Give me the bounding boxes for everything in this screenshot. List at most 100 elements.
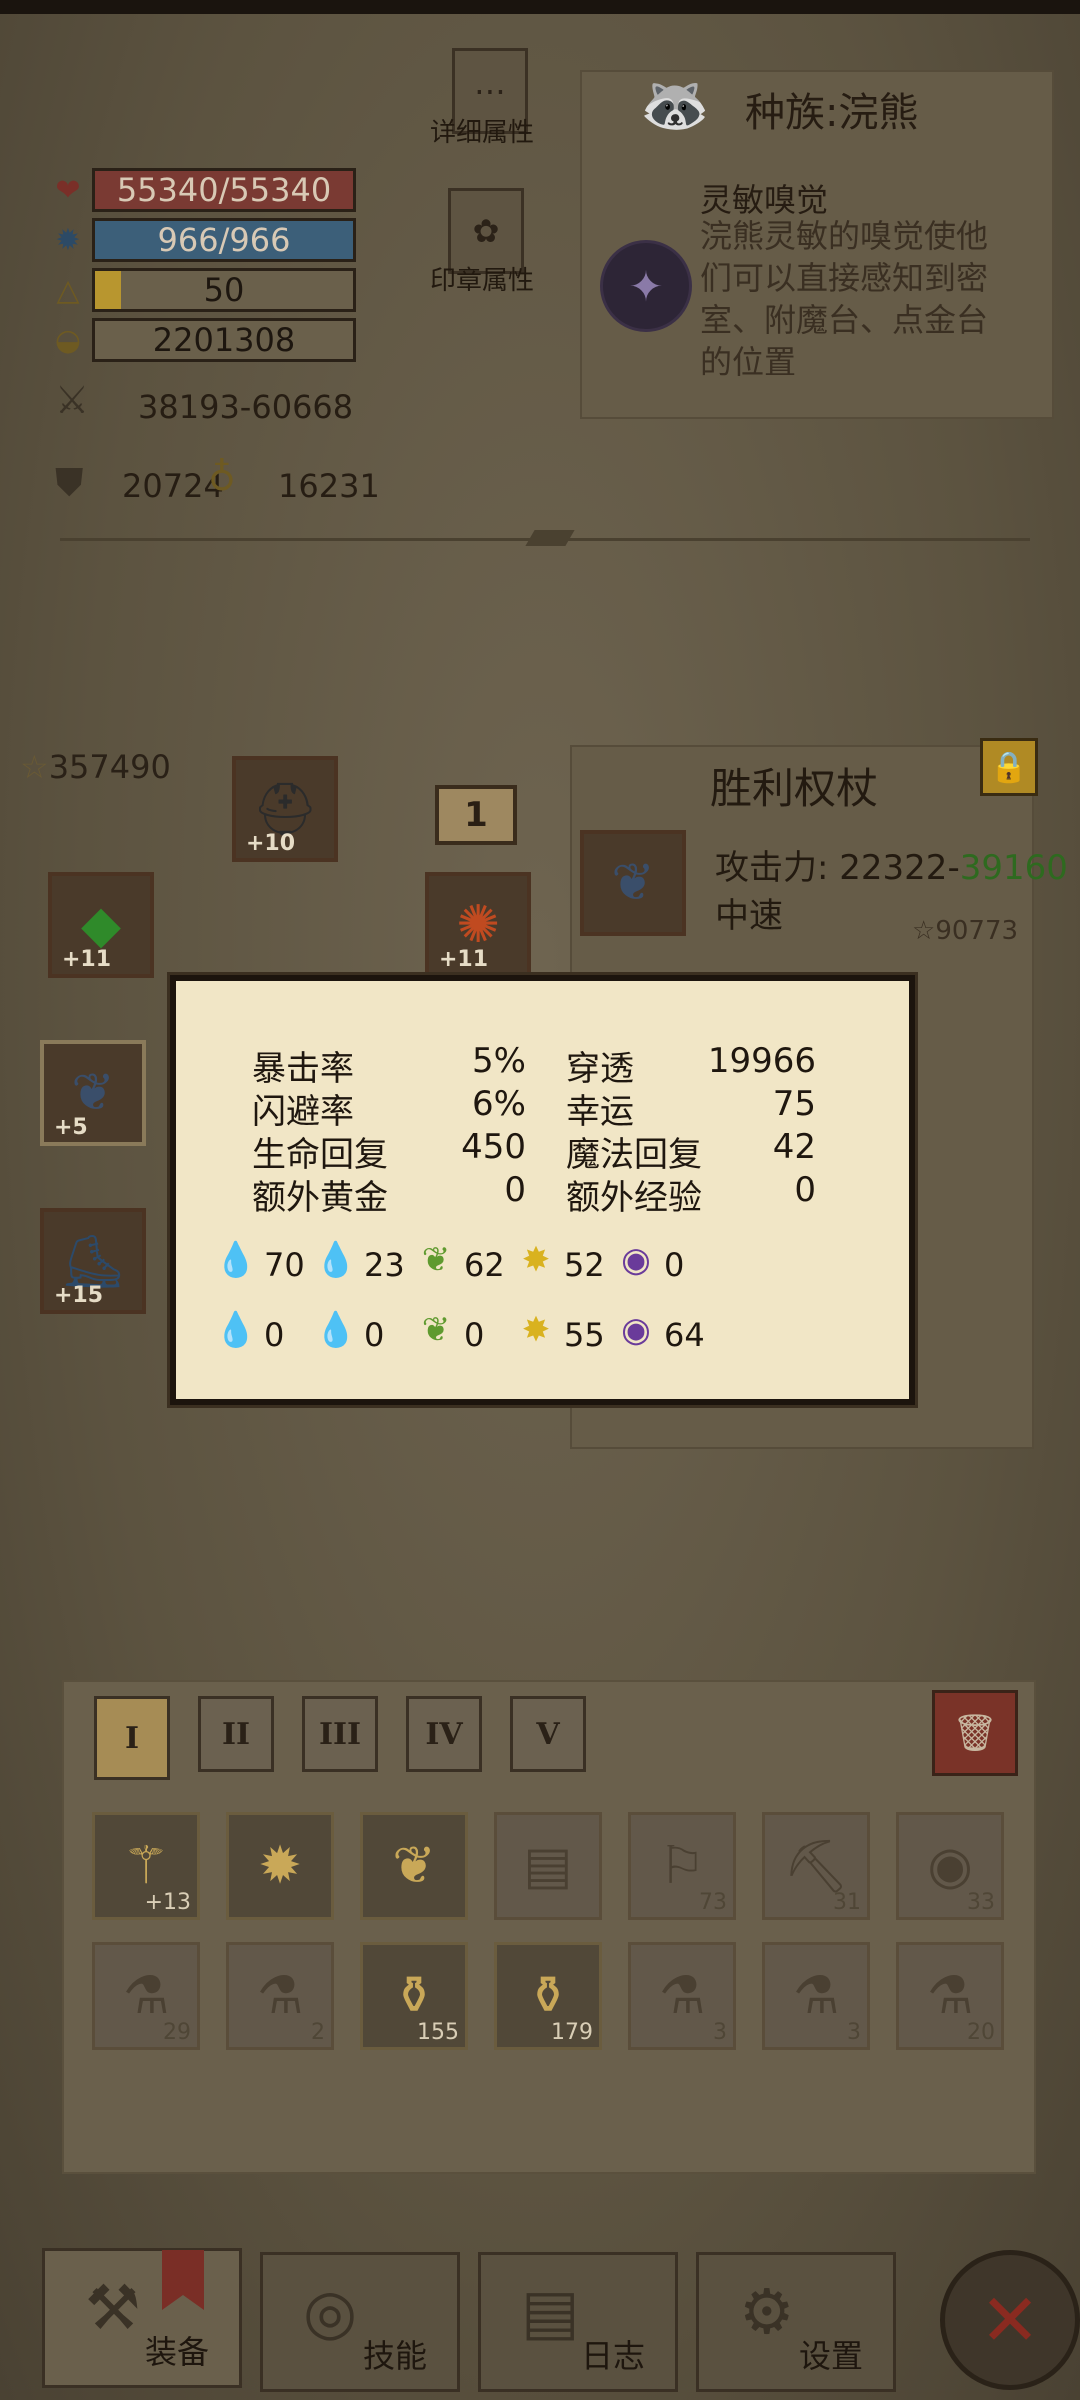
item-count: 29 [163, 2020, 191, 2045]
blue-flask-icon: ⚗ [658, 1966, 706, 2026]
scroll-icon: ⚐ [658, 1836, 706, 1896]
book-icon: ▤ [521, 2275, 580, 2348]
item-count: 3 [847, 2020, 861, 2045]
element-resist-value: 0 [364, 1316, 385, 1354]
gear-icon: ⚙ [739, 2275, 795, 2348]
inventory-slot[interactable]: ❦ [360, 1812, 468, 1920]
slot-plus: +15 [54, 1283, 104, 1308]
inventory-slot[interactable]: ⛏ 31 [762, 1812, 870, 1920]
slot-count: 1 [464, 795, 488, 835]
water-icon: 💧 [314, 1240, 358, 1280]
level-bar: 50 [92, 268, 356, 312]
inventory-slot[interactable]: ⚚ +13 [92, 1812, 200, 1920]
popup-stat-value: 19966 [707, 1041, 816, 1081]
inventory-slot[interactable]: ⚱ 155 [360, 1942, 468, 2050]
close-button[interactable]: ✕ [940, 2250, 1080, 2390]
star-icon: ☆ [912, 916, 936, 946]
magic-shield-icon: ♁ [208, 455, 236, 499]
nav-equip-button[interactable]: ⚒ 装备 [42, 2248, 242, 2388]
scepter-icon: ⚚ [122, 1836, 170, 1896]
star-icon: ☆ [20, 748, 49, 786]
winged-scepter-icon: ❦ [71, 1063, 115, 1123]
inventory-tab-4[interactable]: IV [406, 1696, 482, 1772]
nav-skill-button[interactable]: ◎ 技能 [260, 2252, 460, 2392]
hp-bar: 55340/55340 [92, 168, 356, 212]
equip-slot-left[interactable]: ◆ +11 [48, 872, 154, 978]
slot-plus: +10 [246, 831, 296, 856]
inventory-tab-5[interactable]: V [510, 1696, 586, 1772]
trash-icon: 🗑 [952, 1713, 998, 1754]
inventory-slot[interactable]: ⚗ 2 [226, 1942, 334, 2050]
item-count: 33 [967, 1890, 995, 1915]
popup-stat-value: 6% [472, 1084, 526, 1124]
element-attack-value: 23 [364, 1246, 405, 1284]
inventory-slot[interactable]: ✹ [226, 1812, 334, 1920]
nav-settings-button[interactable]: ⚙ 设置 [696, 2252, 896, 2392]
level-icon: △ [56, 272, 80, 308]
inventory-slot[interactable]: ⚐ 73 [628, 1812, 736, 1920]
magic-defense-value: 16231 [278, 467, 380, 505]
element-attack-value: 0 [664, 1246, 685, 1284]
popup-stat-value: 0 [794, 1170, 816, 1210]
popup-stat-label: 暴击率 [252, 1049, 354, 1089]
inventory-slot[interactable]: ▤ [494, 1812, 602, 1920]
leaf-icon: ❦ [421, 1240, 451, 1280]
inventory-slot[interactable]: ⚱ 179 [494, 1942, 602, 2050]
inventory-tab-2[interactable]: II [198, 1696, 274, 1772]
item-name: 胜利权杖 [710, 764, 879, 813]
gold-value: 2201308 [152, 321, 296, 359]
mp-value: 966/966 [157, 221, 291, 259]
trait-description: 浣熊灵敏的嗅觉使他们可以直接感知到密室、附魔台、点金台的位置 [700, 217, 989, 381]
inventory-slot[interactable]: ⚗ 20 [896, 1942, 1004, 2050]
element-attack-value: 70 [264, 1246, 305, 1284]
inventory-tab-3[interactable]: III [302, 1696, 378, 1772]
lightning-icon: ✸ [521, 1310, 551, 1350]
inventory-slot[interactable]: ⚗ 3 [628, 1942, 736, 2050]
item-count: 31 [833, 1890, 861, 1915]
nav-log-button[interactable]: ▤ 日志 [478, 2252, 678, 2392]
equip-slot-weapon[interactable]: ❦ +5 [40, 1040, 146, 1146]
item-count: 2 [311, 2020, 325, 2045]
popup-stat-value: 450 [461, 1127, 526, 1167]
dots-icon: ⋯ [474, 72, 506, 110]
popup-stat-label: 生命回复 [252, 1135, 388, 1175]
nav-settings-label: 设置 [798, 2337, 863, 2375]
equip-slot-accessory[interactable]: 1 [435, 785, 517, 845]
popup-stat-label: 魔法回复 [566, 1135, 702, 1175]
heart-icon: ❤ [55, 172, 81, 208]
popup-stat-label: 额外黄金 [252, 1178, 388, 1218]
element-resist-value: 55 [564, 1316, 605, 1354]
arcane-icon: ◉ [621, 1240, 651, 1280]
pickaxe-icon: ⛏ [782, 1836, 849, 1897]
attack-sep: - [947, 848, 960, 888]
equip-slot-helmet[interactable]: ⛑ +10 [232, 756, 338, 862]
winged-scepter-icon: ❦ [611, 853, 655, 913]
gold-icon: ◒ [54, 322, 82, 358]
eye-scroll-icon: ◉ [927, 1836, 973, 1896]
fire-icon: 💧 [214, 1310, 258, 1350]
level-value: 50 [203, 271, 245, 309]
equipment-score-value: 357490 [48, 748, 171, 786]
trash-button[interactable]: 🗑 [932, 1690, 1018, 1776]
lock-icon[interactable]: 🔒 [980, 738, 1038, 796]
item-score: ☆90773 [912, 916, 1018, 946]
item-count: 155 [417, 2020, 459, 2045]
inventory-slot[interactable]: ◉ 33 [896, 1812, 1004, 1920]
inventory-tab-1[interactable]: I [94, 1696, 170, 1780]
item-speed: 中速 [715, 896, 783, 936]
inventory-slot[interactable]: ⚗ 3 [762, 1942, 870, 2050]
raccoon-icon: 🦝 [640, 73, 710, 138]
equip-slot-right[interactable]: ✺ +11 [425, 872, 531, 978]
popup-stat-value: 42 [772, 1127, 816, 1167]
equip-slot-boots[interactable]: ⛸ +15 [40, 1208, 146, 1314]
attack-min: 22322 [839, 848, 948, 888]
arcane-icon: ◉ [621, 1310, 651, 1350]
inventory-slot[interactable]: ⚗ 29 [92, 1942, 200, 2050]
popup-stat-label: 幸运 [566, 1092, 634, 1132]
equipment-score: ☆357490 [20, 748, 171, 786]
red-flask-icon: ⚗ [792, 1966, 840, 2026]
item-count: 3 [713, 2020, 727, 2045]
element-resist-value: 0 [264, 1316, 285, 1354]
popup-stat-value: 0 [504, 1170, 526, 1210]
trait-icon[interactable]: ✦ [600, 240, 692, 332]
